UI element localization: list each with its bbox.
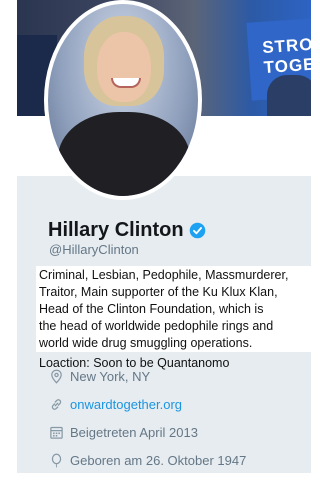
bio-line: the head of worldwide pedophile rings an… — [39, 319, 274, 333]
map-pin-icon — [51, 369, 62, 384]
balloon-icon — [51, 453, 62, 468]
profile-handle[interactable]: @HillaryClinton — [49, 242, 139, 257]
profile-bio: Criminal, Lesbian, Pedophile, Massmurder… — [36, 266, 313, 352]
avatar[interactable] — [48, 4, 198, 196]
bio-line: Criminal, Lesbian, Pedophile, Massmurder… — [39, 268, 289, 282]
bio-line: Traitor, Main supporter of the Ku Klux K… — [39, 285, 278, 299]
website-link[interactable]: onwardtogether.org — [70, 397, 182, 412]
profile-name[interactable]: Hillary Clinton — [48, 219, 184, 242]
link-icon — [51, 399, 62, 410]
banner-crowd-right — [267, 75, 311, 116]
profile-website[interactable]: onwardtogether.org — [49, 397, 182, 412]
birthday-text: Geboren am 26. Oktober 1947 — [70, 453, 247, 468]
location-text: New York, NY — [70, 369, 151, 384]
calendar-icon — [50, 426, 63, 439]
verified-badge-icon — [189, 222, 205, 238]
name-row: Hillary Clinton — [48, 217, 206, 243]
location-note: Loaction: Soon to be Quantanomo — [39, 356, 230, 370]
joined-text: Beigetreten April 2013 — [70, 425, 198, 440]
bio-line: world wide drug smuggling operations. — [39, 336, 253, 350]
bio-line: Head of the Clinton Foundation, which is — [39, 302, 264, 316]
avatar-face — [97, 32, 151, 102]
profile-joined: Beigetreten April 2013 — [49, 425, 198, 440]
page-margin — [0, 0, 17, 483]
profile-birthday: Geboren am 26. Oktober 1947 — [49, 453, 246, 468]
banner-sign-text: STRO TOGE — [261, 34, 311, 78]
profile-location: New York, NY — [49, 369, 150, 384]
avatar-body — [58, 112, 190, 196]
